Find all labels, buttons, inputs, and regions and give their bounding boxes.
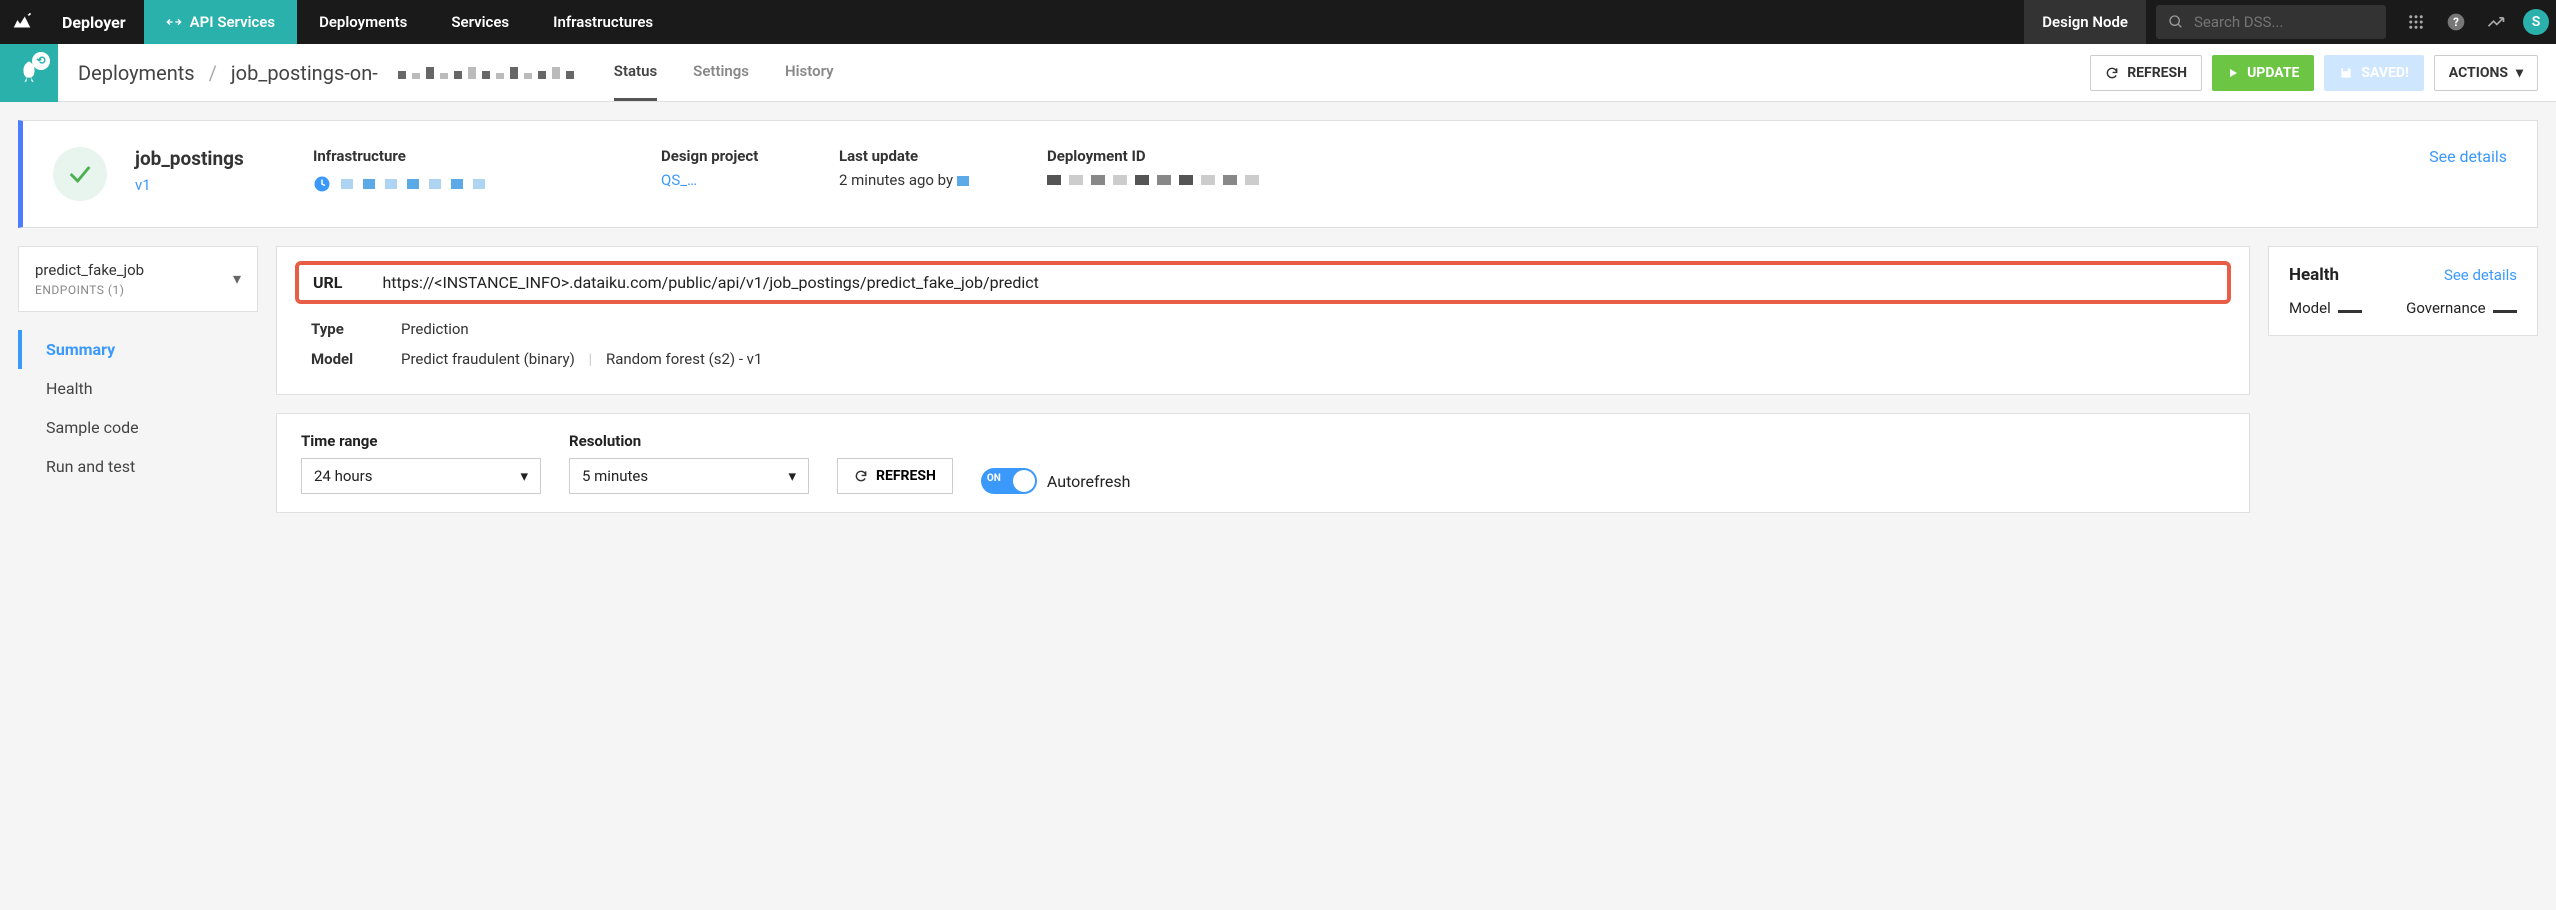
badge-icon: ⟲ — [32, 52, 50, 70]
model-value-1: Predict fraudulent (binary) — [401, 350, 575, 368]
redacted-text — [398, 67, 574, 79]
design-project-link[interactable]: QS_… — [661, 171, 811, 189]
model-value-2: Random forest (s2) - v1 — [606, 350, 762, 368]
nav-label: API Services — [190, 13, 275, 31]
endpoint-details-card: URL https://<INSTANCE_INFO>.dataiku.com/… — [276, 246, 2250, 395]
nav-services[interactable]: Services — [429, 0, 531, 44]
update-button[interactable]: UPDATE — [2212, 55, 2314, 91]
sub-tabs: Status Settings History — [614, 44, 834, 101]
deployer-icon[interactable]: ⟲ — [0, 44, 58, 102]
nav-infrastructures[interactable]: Infrastructures — [531, 0, 675, 44]
search-icon — [2168, 14, 2184, 30]
url-value[interactable]: https://<INSTANCE_INFO>.dataiku.com/publ… — [382, 273, 1038, 292]
caret-down-icon: ▾ — [2516, 65, 2523, 81]
last-update-label: Last update — [839, 147, 1019, 165]
breadcrumb-root[interactable]: Deployments — [78, 61, 195, 85]
health-see-details[interactable]: See details — [2444, 266, 2517, 284]
health-card: Health See details Model Governance — [2268, 246, 2538, 336]
type-label: Type — [311, 320, 361, 338]
endpoint-name: predict_fake_job — [35, 261, 241, 279]
health-title: Health — [2289, 265, 2339, 285]
nav-deployments[interactable]: Deployments — [297, 0, 429, 44]
infra-value-redacted — [313, 175, 633, 193]
deployment-title: job_postings — [135, 147, 285, 170]
apps-icon[interactable] — [2399, 5, 2433, 39]
type-value: Prediction — [401, 320, 469, 338]
svg-text:?: ? — [2453, 15, 2459, 29]
endpoint-selector[interactable]: predict_fake_job ENDPOINTS (1) ▾ — [18, 246, 258, 312]
brand-label: Deployer — [44, 13, 144, 32]
play-icon — [2227, 67, 2239, 79]
breadcrumb-current: job_postings-on- — [231, 61, 378, 85]
autorefresh-label: Autorefresh — [1047, 472, 1131, 491]
search-box[interactable] — [2156, 5, 2386, 39]
nav-health[interactable]: Health — [18, 369, 258, 408]
logo-icon[interactable] — [0, 11, 44, 33]
nav-run-test[interactable]: Run and test — [18, 447, 258, 486]
api-icon — [166, 14, 182, 30]
search-input[interactable] — [2194, 13, 2374, 31]
version-link[interactable]: v1 — [135, 176, 285, 194]
timerange-select[interactable]: 24 hours ▾ — [301, 458, 541, 494]
tab-status[interactable]: Status — [614, 44, 657, 101]
health-model-status — [2338, 310, 2362, 313]
activity-icon[interactable] — [2479, 5, 2513, 39]
timerange-label: Time range — [301, 432, 541, 450]
saved-button: SAVED! — [2324, 55, 2423, 91]
health-governance-status — [2493, 310, 2517, 313]
url-row-highlighted: URL https://<INSTANCE_INFO>.dataiku.com/… — [295, 261, 2231, 304]
autorefresh-toggle[interactable]: ON — [981, 468, 1037, 494]
url-label: URL — [313, 273, 342, 292]
deployment-id-label: Deployment ID — [1047, 147, 1367, 165]
chevron-down-icon: ▾ — [233, 269, 241, 288]
status-ok-icon — [53, 147, 107, 201]
caret-down-icon: ▾ — [520, 467, 528, 485]
timerange-card: Time range 24 hours ▾ Resolution 5 minut… — [276, 413, 2250, 513]
infra-label: Infrastructure — [313, 147, 633, 165]
resolution-label: Resolution — [569, 432, 809, 450]
sub-header: ⟲ Deployments / job_postings-on- Status … — [0, 44, 2556, 102]
see-details-link[interactable]: See details — [2429, 147, 2507, 166]
design-node-button[interactable]: Design Node — [2024, 0, 2146, 44]
help-icon[interactable]: ? — [2439, 5, 2473, 39]
endpoint-nav: Summary Health Sample code Run and test — [18, 330, 258, 486]
model-label: Model — [311, 350, 361, 368]
caret-down-icon: ▾ — [788, 467, 796, 485]
breadcrumb: Deployments / job_postings-on- — [58, 61, 594, 85]
nav-summary[interactable]: Summary — [18, 330, 258, 369]
health-model-label: Model — [2289, 299, 2331, 317]
refresh-icon — [2105, 66, 2119, 80]
top-nav: Deployer API Services Deployments Servic… — [0, 0, 2556, 44]
user-avatar[interactable]: S — [2519, 5, 2553, 39]
actions-button[interactable]: ACTIONS ▾ — [2434, 55, 2538, 91]
nav-api-services[interactable]: API Services — [144, 0, 297, 44]
save-icon — [2339, 66, 2353, 80]
refresh-button[interactable]: REFRESH — [2090, 55, 2202, 91]
design-project-label: Design project — [661, 147, 811, 165]
resolution-select[interactable]: 5 minutes ▾ — [569, 458, 809, 494]
deployment-summary-card: job_postings v1 Infrastructure Design pr… — [18, 120, 2538, 228]
endpoint-count: ENDPOINTS (1) — [35, 283, 241, 297]
deployment-id-redacted — [1047, 175, 1367, 185]
refresh-icon — [854, 469, 868, 483]
health-governance-label: Governance — [2406, 299, 2485, 317]
tab-settings[interactable]: Settings — [693, 44, 749, 101]
nav-sample-code[interactable]: Sample code — [18, 408, 258, 447]
tab-history[interactable]: History — [785, 44, 834, 101]
chart-refresh-button[interactable]: REFRESH — [837, 458, 953, 494]
